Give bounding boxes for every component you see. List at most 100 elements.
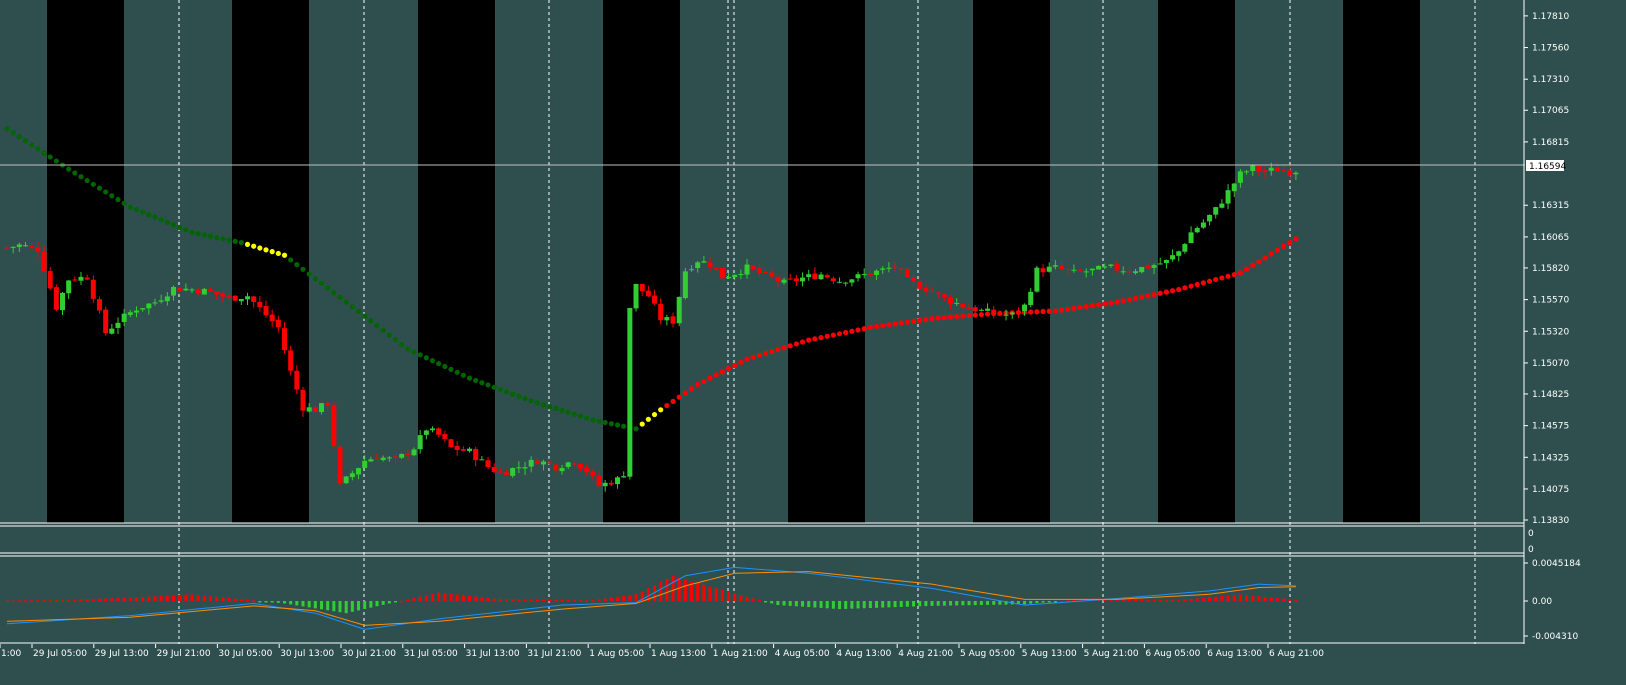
ma-dot-green: [596, 418, 602, 424]
candle[interactable]: [232, 295, 238, 302]
macd-bar: [98, 598, 102, 601]
candle-body: [892, 266, 898, 268]
ma-dot-green: [553, 405, 559, 412]
ma-dot-green: [158, 217, 164, 223]
candle-body: [1163, 260, 1169, 264]
candle-body: [399, 453, 405, 458]
ma-dot-red: [1293, 236, 1299, 242]
candle-body: [738, 274, 744, 276]
ma-dot-green: [485, 382, 491, 388]
candle-body: [263, 306, 269, 316]
ma-dot-red: [1268, 251, 1274, 257]
candle[interactable]: [177, 287, 183, 292]
macd-bar: [949, 601, 953, 606]
candle-body: [793, 278, 799, 281]
candle[interactable]: [331, 401, 337, 449]
candle-body: [1225, 190, 1231, 204]
ma-dot-green: [84, 177, 90, 184]
candle[interactable]: [337, 444, 343, 486]
macd-bar: [264, 601, 268, 603]
ma-dot-green: [300, 266, 306, 272]
price-tick-label: 1.17310: [1532, 75, 1569, 85]
ma-dot-green: [53, 158, 59, 164]
candle-body: [806, 274, 812, 277]
candle-body: [1089, 268, 1095, 271]
ma-dot-green: [633, 426, 639, 432]
candle[interactable]: [103, 306, 109, 336]
time-tick-label: 1 Aug 21:00: [713, 649, 768, 659]
macd-bar: [1214, 596, 1218, 601]
candle-body: [769, 272, 775, 277]
ma-dot-green: [510, 391, 516, 397]
macd-bar: [671, 575, 675, 601]
macd-bar: [1257, 596, 1261, 601]
price-tick-label: 1.13830: [1532, 516, 1569, 526]
ma-dot-red: [1139, 294, 1145, 300]
ma-dot-green: [10, 130, 16, 136]
ma-dot-red: [1071, 305, 1077, 311]
ma-dot-green: [103, 189, 109, 195]
ma-dot-green: [565, 409, 571, 415]
ma-dot-green: [614, 422, 621, 428]
candle[interactable]: [343, 475, 349, 485]
candle-body: [719, 268, 725, 279]
candle[interactable]: [448, 438, 454, 448]
candle[interactable]: [627, 307, 633, 480]
candle-body: [35, 247, 41, 252]
candle[interactable]: [53, 284, 59, 312]
ma-dot-red: [1262, 255, 1268, 261]
price-tick-label: 1.16315: [1532, 201, 1569, 211]
candle-body: [84, 277, 90, 280]
candle-body: [189, 289, 195, 291]
macd-bar: [135, 597, 139, 601]
candle-body: [497, 471, 503, 473]
ma-dot-red: [1157, 290, 1163, 296]
candle-body: [682, 271, 688, 299]
candle-body: [312, 407, 318, 413]
ma-dot-red: [1034, 309, 1040, 315]
ma-dot-red: [806, 337, 812, 343]
candle[interactable]: [719, 267, 725, 279]
ma-dot-green: [362, 313, 368, 319]
session-band: [418, 0, 495, 523]
macd-bar: [30, 600, 34, 602]
ma-dot-red: [1182, 285, 1188, 291]
candle-body: [1120, 271, 1126, 273]
candle-body: [460, 449, 466, 451]
macd-bar: [443, 593, 447, 601]
candle[interactable]: [682, 268, 688, 300]
macd-bar: [677, 577, 681, 601]
candle-body: [911, 277, 917, 281]
macd-bar: [498, 599, 502, 601]
candle-body: [195, 289, 201, 294]
macd-bar: [215, 596, 219, 601]
candle-body: [467, 448, 473, 452]
candle-body: [29, 246, 35, 248]
candle-body: [97, 299, 103, 311]
ma-dot-red: [960, 313, 966, 319]
candle-body: [627, 307, 633, 477]
candle-body: [430, 428, 436, 431]
candle-body: [16, 244, 22, 248]
candle[interactable]: [676, 296, 682, 327]
macd-bar: [597, 599, 601, 601]
macd-bar: [202, 595, 206, 601]
candle[interactable]: [1034, 265, 1040, 293]
macd-bar: [344, 601, 348, 614]
macd-bar: [1164, 599, 1168, 602]
ma-dot-red: [929, 316, 935, 322]
candle[interactable]: [633, 283, 639, 312]
time-tick-label: 4 Aug 05:00: [775, 649, 830, 659]
macd-bar: [634, 594, 638, 601]
macd-bar: [1251, 595, 1255, 601]
ma-dot-green: [491, 384, 497, 390]
macd-bar: [986, 601, 990, 605]
candle-body: [423, 430, 429, 435]
macd-bar: [875, 601, 879, 608]
macd-bar: [42, 600, 46, 602]
trading-chart[interactable]: 1.17810 1.17560 1.17310 1.17065 1.16815 1.163…: [0, 0, 1626, 685]
candle-body: [90, 279, 96, 299]
macd-bar: [110, 598, 114, 601]
candle-body: [1077, 270, 1083, 272]
macd-bar: [905, 601, 909, 607]
